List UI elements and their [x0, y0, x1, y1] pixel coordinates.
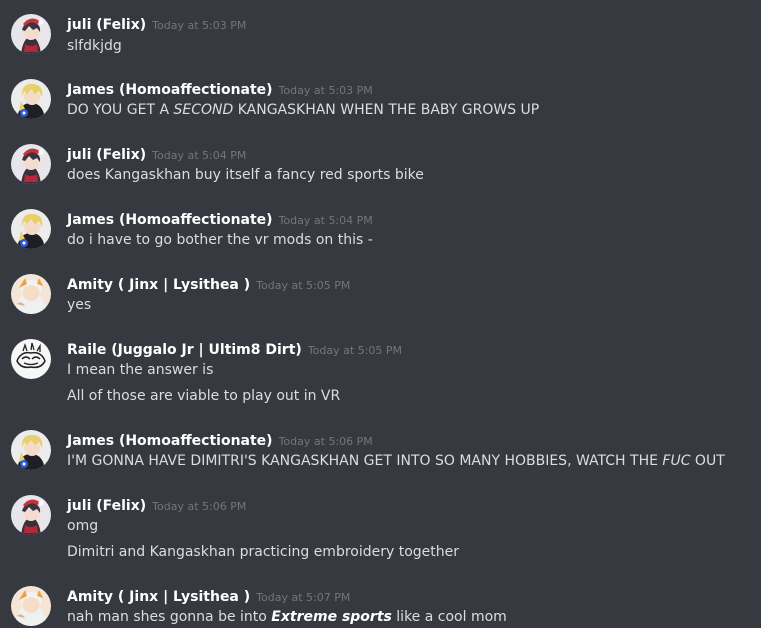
avatar[interactable]: [11, 495, 51, 535]
username[interactable]: James (Homoaffectionate): [67, 433, 273, 449]
james-avatar-icon: [11, 430, 51, 470]
message-header: juli (Felix) Today at 5:06 PM: [67, 495, 246, 515]
message-text: DO YOU GET A SECOND KANGASKHAN WHEN THE …: [67, 102, 540, 118]
avatar[interactable]: [11, 79, 51, 119]
amity-avatar-icon: [11, 274, 51, 314]
message-header: juli (Felix) Today at 5:04 PM: [67, 144, 246, 164]
bold-italic-text: Extreme sports: [271, 609, 392, 625]
timestamp: Today at 5:04 PM: [278, 214, 373, 227]
message-text: slfdkjdg: [67, 38, 122, 54]
timestamp: Today at 5:04 PM: [152, 149, 247, 162]
juli-avatar-icon: [11, 144, 51, 184]
message-header: Raile (Juggalo Jr | Ultim8 Dirt) Today at…: [67, 339, 402, 359]
message-header: James (Homoaffectionate) Today at 5:03 PM: [67, 79, 373, 99]
avatar[interactable]: [11, 274, 51, 314]
username[interactable]: James (Homoaffectionate): [67, 212, 273, 228]
message-text: All of those are viable to play out in V…: [67, 388, 341, 404]
username[interactable]: James (Homoaffectionate): [67, 82, 273, 98]
juli-avatar-icon: [11, 495, 51, 535]
timestamp: Today at 5:05 PM: [256, 279, 351, 292]
avatar[interactable]: [11, 586, 51, 626]
timestamp: Today at 5:07 PM: [256, 591, 351, 604]
message-text: nah man shes gonna be into Extreme sport…: [67, 609, 507, 625]
raile-avatar-icon: [11, 339, 51, 379]
message-text: I mean the answer is: [67, 362, 214, 378]
avatar[interactable]: [11, 209, 51, 249]
message-text: omg: [67, 518, 99, 534]
message-header: Amity ( Jinx | Lysithea ) Today at 5:05 P…: [67, 274, 350, 294]
username[interactable]: juli (Felix): [67, 498, 146, 514]
james-avatar-icon: [11, 209, 51, 249]
username[interactable]: juli (Felix): [67, 147, 146, 163]
message-text: yes: [67, 297, 92, 313]
timestamp: Today at 5:06 PM: [278, 435, 373, 448]
username[interactable]: juli (Felix): [67, 17, 146, 33]
amity-avatar-icon: [11, 586, 51, 626]
italic-text: SECOND: [173, 102, 234, 118]
username[interactable]: Amity ( Jinx | Lysithea ): [67, 277, 250, 293]
avatar[interactable]: [11, 339, 51, 379]
username[interactable]: Raile (Juggalo Jr | Ultim8 Dirt): [67, 342, 302, 358]
timestamp: Today at 5:05 PM: [307, 344, 402, 357]
avatar[interactable]: [11, 14, 51, 54]
message-header: juli (Felix) Today at 5:03 PM: [67, 14, 246, 34]
username[interactable]: Amity ( Jinx | Lysithea ): [67, 589, 250, 605]
timestamp: Today at 5:03 PM: [152, 19, 247, 32]
message-header: Amity ( Jinx | Lysithea ) Today at 5:07 P…: [67, 586, 350, 606]
timestamp: Today at 5:03 PM: [278, 84, 373, 97]
message-text: Dimitri and Kangaskhan practicing embroi…: [67, 544, 460, 560]
italic-text: FUC: [662, 453, 691, 469]
juli-avatar-icon: [11, 14, 51, 54]
james-avatar-icon: [11, 79, 51, 119]
timestamp: Today at 5:06 PM: [152, 500, 247, 513]
message-header: James (Homoaffectionate) Today at 5:06 PM: [67, 430, 373, 450]
message-text: does Kangaskhan buy itself a fancy red s…: [67, 167, 424, 183]
avatar[interactable]: [11, 430, 51, 470]
message-text: I'M GONNA HAVE DIMITRI'S KANGASKHAN GET …: [67, 453, 725, 469]
message-text: do i have to go bother the vr mods on th…: [67, 232, 373, 248]
avatar[interactable]: [11, 144, 51, 184]
message-header: James (Homoaffectionate) Today at 5:04 PM: [67, 209, 373, 229]
